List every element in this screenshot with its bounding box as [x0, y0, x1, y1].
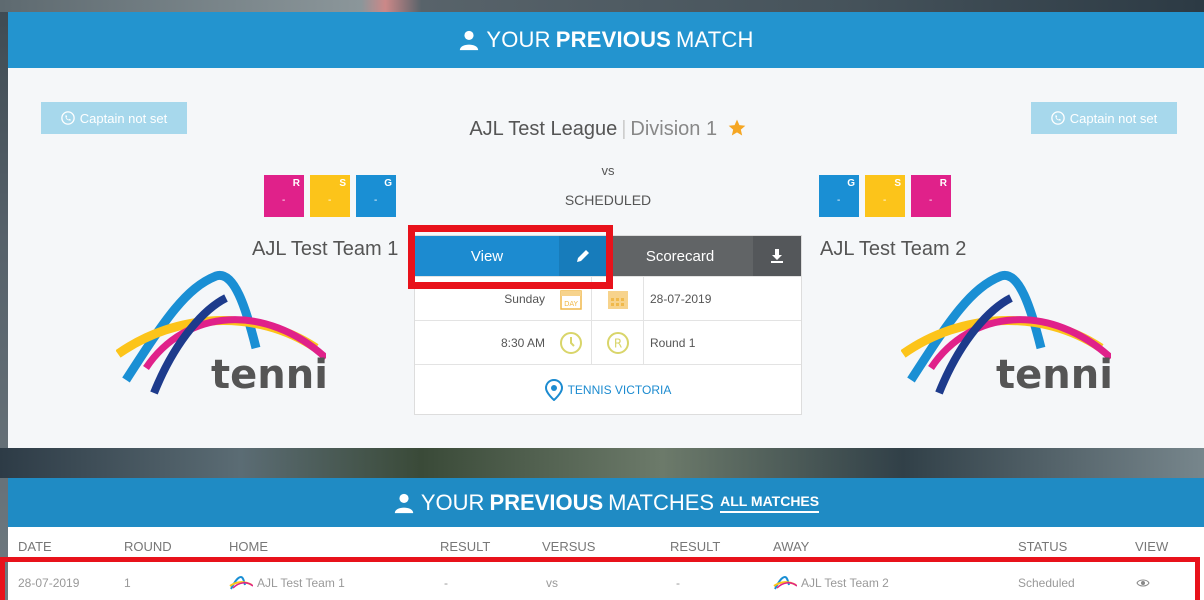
- rsg-left: R- S- G-: [264, 175, 396, 217]
- captain-right-button[interactable]: Captain not set: [1031, 102, 1177, 134]
- row-status: Scheduled: [1018, 575, 1075, 590]
- col-view[interactable]: VIEW: [1135, 527, 1168, 565]
- league-division: Division 1: [630, 118, 718, 140]
- tennis-mini-logo-icon: [773, 575, 797, 589]
- row-view[interactable]: [1136, 565, 1150, 600]
- row-versus: vs: [546, 575, 558, 590]
- row-home-name: AJL Test Team 1: [257, 575, 345, 590]
- time-value: 8:30 AM: [500, 335, 545, 350]
- round-icon: R: [606, 331, 629, 354]
- match-content: Captain not set Captain not set AJL Test…: [8, 68, 1204, 453]
- col-result-away[interactable]: RESULT: [670, 527, 720, 565]
- row-result-away: -: [676, 575, 680, 590]
- rsg-box-s: S-: [865, 175, 905, 217]
- rsg-box-s: S-: [310, 175, 350, 217]
- previous-matches-header: YOUR PREVIOUS MATCHES ALL MATCHES: [8, 478, 1204, 527]
- svg-text:tennis: tennis: [211, 352, 326, 398]
- background-photo-middle: [0, 448, 1204, 478]
- view-label: View: [470, 247, 504, 265]
- pencil-icon: [577, 250, 589, 262]
- matches-prefix: YOUR: [420, 489, 485, 515]
- row-away-name: AJL Test Team 2: [801, 575, 889, 590]
- scorecard-button[interactable]: Scorecard: [607, 236, 801, 276]
- round-value: Round 1: [643, 320, 801, 365]
- date-value: 28-07-2019: [643, 276, 801, 321]
- captain-left-label: Captain not set: [79, 110, 168, 126]
- row-home[interactable]: AJL Test Team 1: [229, 565, 345, 600]
- calendar-day-icon: DAY: [560, 289, 582, 310]
- venue-link[interactable]: TENNIS VICTORIA: [415, 364, 801, 414]
- col-date[interactable]: DATE: [18, 527, 52, 565]
- vs-label: vs: [601, 163, 615, 178]
- rsg-right: G- S- R-: [819, 175, 951, 217]
- col-result-home[interactable]: RESULT: [440, 527, 490, 565]
- svg-text:tennis: tennis: [996, 352, 1111, 398]
- col-status[interactable]: STATUS: [1018, 527, 1067, 565]
- day-label: Sunday: [504, 291, 545, 306]
- league-name: AJL Test League: [469, 118, 618, 140]
- row-result-home: -: [444, 575, 448, 590]
- scorecard-label: Scorecard: [645, 247, 715, 265]
- col-away[interactable]: AWAY: [773, 527, 809, 565]
- col-versus[interactable]: VERSUS: [542, 527, 595, 565]
- rsg-box-g: G-: [819, 175, 859, 217]
- day-date-row: Sunday DAY 28-07-2019: [415, 276, 801, 321]
- away-team-name: AJL Test Team 2: [820, 238, 967, 260]
- time-round-row: 8:30 AM R Round 1: [415, 320, 801, 365]
- row-round: 1: [124, 575, 131, 590]
- background-photo-top: [0, 0, 1204, 12]
- header-bold: PREVIOUS: [555, 27, 672, 52]
- download-icon: [771, 249, 783, 263]
- league-title: AJL Test League | Division 1: [408, 118, 808, 141]
- captain-left-button[interactable]: Captain not set: [41, 102, 187, 134]
- col-round[interactable]: ROUND: [124, 527, 172, 565]
- view-button[interactable]: View: [415, 236, 607, 276]
- home-team-name: AJL Test Team 1: [252, 238, 399, 260]
- phone-icon: [1050, 111, 1065, 125]
- matches-table-header: DATE ROUND HOME RESULT VERSUS RESULT AWA…: [8, 527, 1204, 565]
- svg-text:R: R: [613, 336, 621, 350]
- all-matches-link[interactable]: ALL MATCHES: [720, 493, 820, 513]
- eye-icon: [1136, 579, 1150, 586]
- tennis-logo-away: tennis: [901, 270, 1111, 398]
- previous-match-panel: YOUR PREVIOUS MATCH Captain not set Capt…: [8, 12, 1204, 453]
- tennis-mini-logo-icon: [229, 575, 253, 589]
- league-separator: |: [621, 118, 627, 140]
- match-status: SCHEDULED: [564, 192, 652, 208]
- rsg-box-r: R-: [911, 175, 951, 217]
- calendar-icon: [607, 290, 628, 309]
- rsg-box-r: R-: [264, 175, 304, 217]
- header-suffix: MATCH: [676, 27, 754, 52]
- header-prefix: YOUR: [486, 27, 551, 52]
- venue-label: TENNIS VICTORIA: [567, 382, 672, 397]
- captain-right-label: Captain not set: [1069, 110, 1158, 126]
- row-away[interactable]: AJL Test Team 2: [773, 565, 889, 600]
- svg-text:DAY: DAY: [564, 300, 579, 308]
- table-row[interactable]: 28-07-2019 1 AJL Test Team 1 - vs - AJL …: [8, 565, 1204, 600]
- clock-icon: [560, 331, 582, 354]
- matches-suffix: MATCHES: [608, 489, 715, 515]
- rsg-box-g: G-: [356, 175, 396, 217]
- match-info-card: View Scorecard Sunday DAY 28-07-2019 8:3…: [414, 235, 802, 415]
- col-home[interactable]: HOME: [229, 527, 268, 565]
- user-icon: [460, 30, 479, 51]
- phone-icon: [60, 111, 75, 125]
- user-icon: [394, 493, 414, 513]
- tennis-logo-home: tennis: [116, 270, 326, 398]
- previous-match-header: YOUR PREVIOUS MATCH: [8, 12, 1204, 68]
- location-pin-icon: [544, 378, 563, 401]
- row-date: 28-07-2019: [18, 575, 80, 590]
- star-icon: [728, 119, 746, 136]
- matches-bold: PREVIOUS: [489, 489, 604, 515]
